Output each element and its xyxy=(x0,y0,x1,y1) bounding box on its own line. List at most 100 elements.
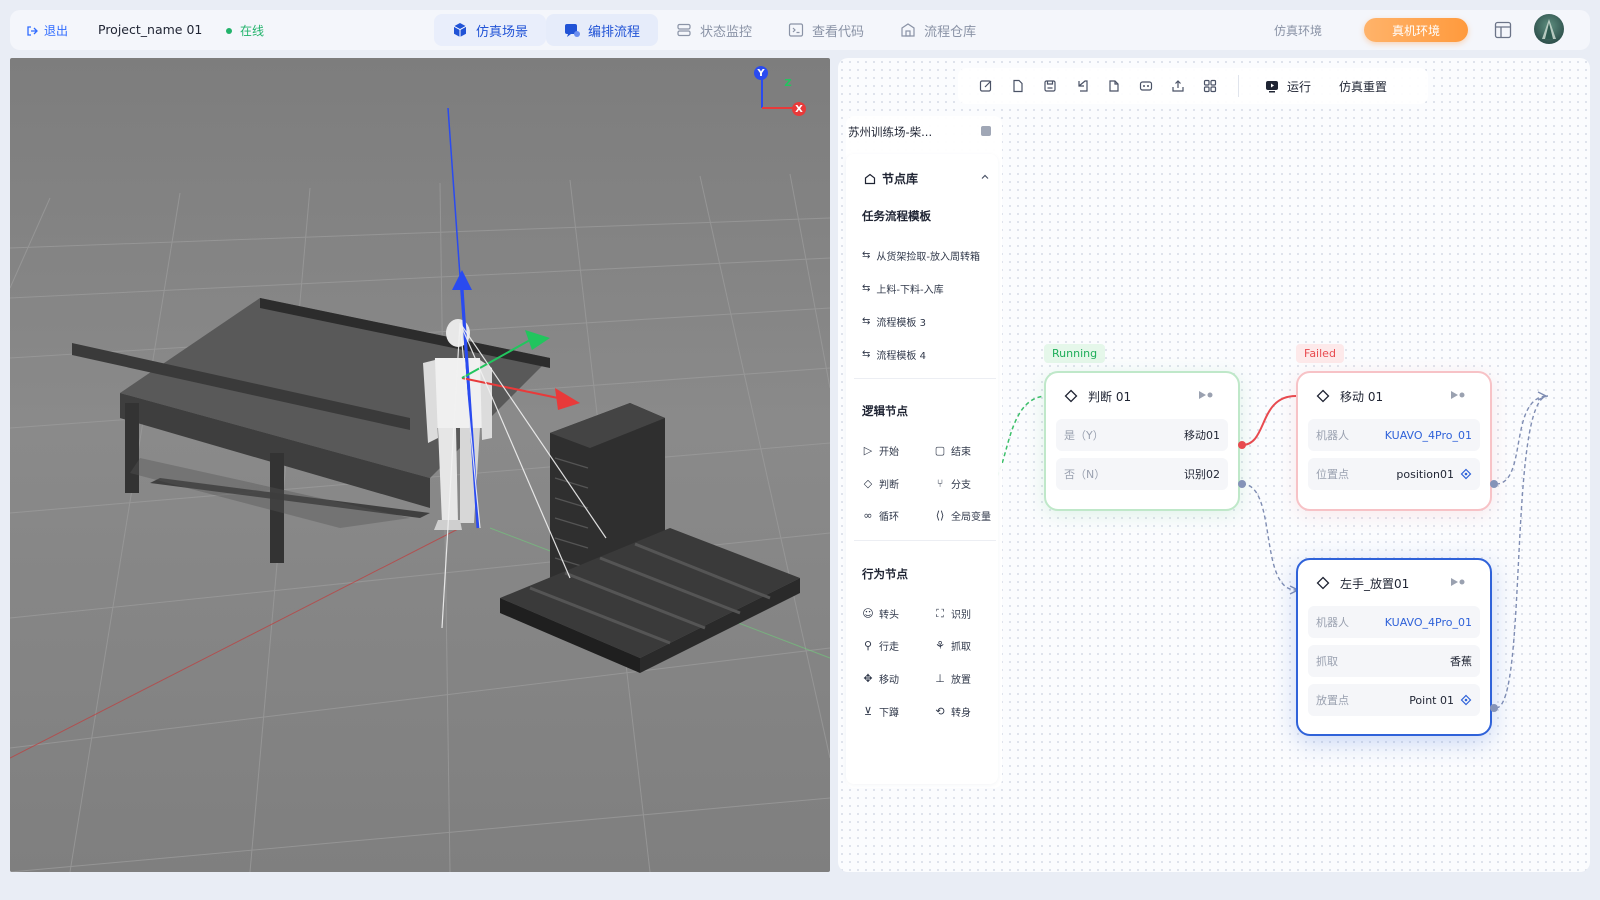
tab-view-code[interactable]: 查看代码 xyxy=(770,14,882,46)
behavior-node-place[interactable]: ⊥ 放置 xyxy=(934,671,971,686)
node-label: 移动 xyxy=(879,675,899,686)
logic-section-title: 逻辑节点 xyxy=(862,404,908,418)
output-port[interactable] xyxy=(1490,704,1498,712)
online-status: 在线 xyxy=(226,22,264,39)
run-node-icon[interactable] xyxy=(1198,390,1214,400)
node-label: 抓取 xyxy=(951,642,971,653)
tab-label: 状态监控 xyxy=(700,24,753,40)
node-label: 全局变量 xyxy=(951,512,991,523)
avatar[interactable] xyxy=(1534,14,1564,44)
node-label: 转头 xyxy=(879,610,899,621)
behavior-node-move[interactable]: ✥ 移动 xyxy=(862,671,899,686)
behavior-node-head-turn[interactable]: ☺ 转头 xyxy=(862,606,899,621)
field-key: 放置点 xyxy=(1316,694,1349,707)
node-field-robot[interactable]: 机器人 KUAVO_4Pro_01 xyxy=(1308,606,1480,638)
template-item[interactable]: ⇆ 流程模板 3 xyxy=(862,314,926,329)
axis-x-label: X xyxy=(792,102,806,116)
node-title: 判断 01 xyxy=(1088,389,1132,404)
run-node-icon[interactable] xyxy=(1450,390,1466,400)
tab-flow-orchestration[interactable]: 编排流程 xyxy=(546,14,659,46)
node-field-no[interactable]: 否（N） 识别02 xyxy=(1056,458,1228,490)
logic-node-start[interactable]: ▷ 开始 xyxy=(862,443,899,458)
behavior-node-walk[interactable]: ⚲ 行走 xyxy=(862,638,899,653)
place-icon: ⊥ xyxy=(935,672,945,685)
section-divider xyxy=(854,540,996,541)
node-label: 循环 xyxy=(879,512,899,523)
flow-editor[interactable]: 运行 仿真重置 苏州训练场-柴... 节点库 任务流程模板 ⇆ 从货架捡取-放入… xyxy=(838,58,1590,872)
logic-node-global-var[interactable]: ⟨⟩ 全局变量 xyxy=(934,508,991,523)
field-key: 机器人 xyxy=(1316,429,1349,442)
exit-icon xyxy=(27,25,38,36)
diamond-icon xyxy=(1064,389,1078,403)
stop-icon: ▢ xyxy=(934,444,946,457)
node-field-position[interactable]: 位置点 position01 xyxy=(1308,458,1480,490)
node-title: 左手_放置01 xyxy=(1340,576,1410,591)
status-dot xyxy=(226,27,232,34)
logic-node-loop[interactable]: ∞ 循环 xyxy=(862,508,899,523)
template-label: 上料-下料-入库 xyxy=(876,285,944,296)
node-library-icon xyxy=(864,173,876,184)
scene-name[interactable]: 苏州训练场-柴... xyxy=(848,124,978,140)
status-badge-running: Running xyxy=(1044,344,1106,363)
chevron-up-icon[interactable] xyxy=(980,172,990,182)
head-turn-icon: ☺ xyxy=(862,607,874,620)
logic-node-branch[interactable]: ⑂ 分支 xyxy=(934,476,971,491)
project-name: Project_name 01 xyxy=(98,22,203,37)
node-field-grab[interactable]: 抓取 香蕉 xyxy=(1308,645,1480,677)
field-key: 是（Y） xyxy=(1064,429,1104,442)
field-value-wrap: position01 xyxy=(1396,468,1472,481)
field-key: 机器人 xyxy=(1316,616,1349,629)
sim-env-button[interactable]: 仿真环境 xyxy=(1274,22,1322,39)
logic-node-end[interactable]: ▢ 结束 xyxy=(934,443,971,458)
template-item[interactable]: ⇆ 从货架捡取-放入周转箱 xyxy=(862,248,980,263)
template-icon: ⇆ xyxy=(862,316,871,327)
node-field-yes[interactable]: 是（Y） 移动01 xyxy=(1056,419,1228,451)
real-env-button[interactable]: 真机环境 xyxy=(1364,18,1468,42)
node-label: 识别 xyxy=(951,610,971,621)
scene-menu-icon[interactable] xyxy=(981,126,991,136)
location-pin-icon[interactable] xyxy=(1460,694,1472,706)
behavior-node-squat[interactable]: ⊻ 下蹲 xyxy=(862,704,899,719)
tab-label: 流程仓库 xyxy=(924,24,977,40)
flow-node-judge[interactable]: 判断 01 是（Y） 移动01 否（N） 识别02 xyxy=(1044,371,1240,511)
output-port-yes[interactable] xyxy=(1238,441,1246,449)
axis-y-label: Y xyxy=(754,66,768,80)
tab-label: 编排流程 xyxy=(588,24,641,40)
field-value: Point 01 xyxy=(1409,693,1454,707)
node-field-robot[interactable]: 机器人 KUAVO_4Pro_01 xyxy=(1308,419,1480,451)
field-key: 抓取 xyxy=(1316,655,1338,668)
logic-node-judge[interactable]: ◇ 判断 xyxy=(862,476,899,491)
behavior-node-grab[interactable]: ⚘ 抓取 xyxy=(934,638,971,653)
tab-simulation-scene[interactable]: 仿真场景 xyxy=(434,14,547,46)
node-label: 开始 xyxy=(879,447,899,458)
flow-icon xyxy=(564,22,581,38)
behavior-node-turn-body[interactable]: ⟲ 转身 xyxy=(934,704,971,719)
output-port-no[interactable] xyxy=(1238,480,1246,488)
turn-body-icon: ⟲ xyxy=(935,705,945,718)
diamond-icon xyxy=(1316,576,1330,590)
cube-icon xyxy=(452,22,468,38)
template-icon: ⇆ xyxy=(862,283,871,294)
layout-icon[interactable] xyxy=(1494,21,1512,39)
output-port[interactable] xyxy=(1490,480,1498,488)
node-label: 分支 xyxy=(951,480,971,491)
simulation-viewport[interactable]: Y Z X xyxy=(10,58,830,872)
grab-icon: ⚘ xyxy=(935,639,945,652)
run-node-icon[interactable] xyxy=(1450,577,1466,587)
tab-status-monitor[interactable]: 状态监控 xyxy=(658,14,770,46)
node-library-header[interactable]: 节点库 xyxy=(864,170,918,187)
node-field-place-point[interactable]: 放置点 Point 01 xyxy=(1308,684,1480,716)
flow-node-place[interactable]: 左手_放置01 机器人 KUAVO_4Pro_01 抓取 香蕉 放置点 Poin… xyxy=(1296,558,1492,736)
main-tabs: 仿真场景 编排流程 状态监控 查看代码 流程仓库 xyxy=(434,14,994,46)
tab-flow-repository[interactable]: 流程仓库 xyxy=(882,14,994,46)
location-pin-icon[interactable] xyxy=(1460,468,1472,480)
template-item[interactable]: ⇆ 流程模板 4 xyxy=(862,347,926,362)
template-label: 从货架捡取-放入周转箱 xyxy=(876,252,980,263)
diamond-icon: ◇ xyxy=(863,477,873,490)
exit-button[interactable]: 退出 xyxy=(26,22,68,39)
behavior-node-recognize[interactable]: ⛶ 识别 xyxy=(934,606,971,622)
template-item[interactable]: ⇆ 上料-下料-入库 xyxy=(862,281,944,296)
template-label: 流程模板 3 xyxy=(876,318,926,329)
squat-icon: ⊻ xyxy=(863,705,873,718)
flow-node-move[interactable]: 移动 01 机器人 KUAVO_4Pro_01 位置点 position01 xyxy=(1296,371,1492,511)
